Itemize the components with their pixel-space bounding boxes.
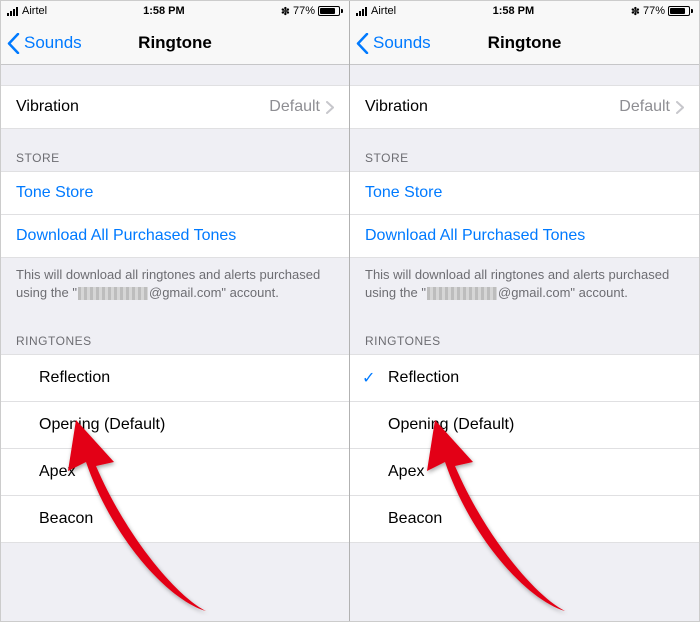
- ringtone-row[interactable]: Opening (Default): [350, 402, 699, 449]
- ringtones-header: RINGTONES: [1, 312, 349, 354]
- ringtone-row[interactable]: Opening (Default): [1, 402, 349, 449]
- ringtone-row[interactable]: Reflection: [1, 354, 349, 402]
- vibration-value: Default: [619, 98, 670, 116]
- ringtone-label: Opening (Default): [39, 416, 165, 434]
- nav-bar: Sounds Ringtone: [350, 21, 699, 65]
- ringtone-row[interactable]: ✓ Reflection: [350, 354, 699, 402]
- download-all-label: Download All Purchased Tones: [365, 227, 585, 245]
- ringtone-label: Beacon: [388, 510, 442, 528]
- battery-icon: [668, 6, 693, 16]
- chevron-right-icon: [326, 101, 334, 114]
- store-footer: This will download all ringtones and ale…: [1, 258, 349, 312]
- ringtone-list: ✓ Reflection Opening (Default) Apex Beacon: [350, 354, 699, 543]
- battery-pct: 77%: [643, 5, 665, 17]
- vibration-label: Vibration: [16, 98, 79, 116]
- redacted-email: [427, 287, 497, 300]
- back-button[interactable]: Sounds: [356, 21, 431, 65]
- ringtone-row[interactable]: Apex: [350, 449, 699, 496]
- vibration-row[interactable]: Vibration Default: [1, 85, 349, 129]
- chevron-left-icon: [356, 33, 369, 54]
- redacted-email: [78, 287, 148, 300]
- vibration-value: Default: [269, 98, 320, 116]
- download-all-label: Download All Purchased Tones: [16, 227, 236, 245]
- store-header: STORE: [350, 129, 699, 171]
- ringtone-row[interactable]: Beacon: [1, 496, 349, 543]
- chevron-left-icon: [7, 33, 20, 54]
- signal-icon: [7, 6, 18, 16]
- battery-pct: 77%: [293, 5, 315, 17]
- back-label: Sounds: [24, 33, 82, 53]
- bluetooth-icon: ✽: [631, 5, 640, 18]
- ringtone-list: Reflection Opening (Default) Apex Beacon: [1, 354, 349, 543]
- store-footer: This will download all ringtones and ale…: [350, 258, 699, 312]
- back-label: Sounds: [373, 33, 431, 53]
- ringtone-label: Beacon: [39, 510, 93, 528]
- tone-store-label: Tone Store: [365, 184, 442, 202]
- ringtone-row[interactable]: Beacon: [350, 496, 699, 543]
- back-button[interactable]: Sounds: [7, 21, 82, 65]
- ringtones-header: RINGTONES: [350, 312, 699, 354]
- vibration-label: Vibration: [365, 98, 428, 116]
- ringtone-row[interactable]: Apex: [1, 449, 349, 496]
- nav-bar: Sounds Ringtone: [1, 21, 349, 65]
- tone-store-label: Tone Store: [16, 184, 93, 202]
- page-title: Ringtone: [488, 33, 562, 53]
- page-title: Ringtone: [138, 33, 212, 53]
- clock: 1:58 PM: [493, 5, 535, 17]
- store-header: STORE: [1, 129, 349, 171]
- status-bar: Airtel 1:58 PM ✽ 77%: [350, 1, 699, 21]
- screenshot-left: Airtel 1:58 PM ✽ 77% Sounds Ringtone Vib…: [1, 1, 350, 621]
- vibration-row[interactable]: Vibration Default: [350, 85, 699, 129]
- signal-icon: [356, 6, 367, 16]
- ringtone-label: Reflection: [388, 369, 459, 387]
- download-all-row[interactable]: Download All Purchased Tones: [350, 215, 699, 258]
- chevron-right-icon: [676, 101, 684, 114]
- tone-store-row[interactable]: Tone Store: [350, 171, 699, 215]
- screenshot-right: Airtel 1:58 PM ✽ 77% Sounds Ringtone Vib…: [350, 1, 699, 621]
- checkmark-icon: ✓: [362, 368, 375, 388]
- bluetooth-icon: ✽: [281, 5, 290, 18]
- tone-store-row[interactable]: Tone Store: [1, 171, 349, 215]
- clock: 1:58 PM: [143, 5, 185, 17]
- ringtone-label: Apex: [39, 463, 75, 481]
- ringtone-label: Opening (Default): [388, 416, 514, 434]
- download-all-row[interactable]: Download All Purchased Tones: [1, 215, 349, 258]
- ringtone-label: Reflection: [39, 369, 110, 387]
- carrier-label: Airtel: [371, 5, 396, 17]
- ringtone-label: Apex: [388, 463, 424, 481]
- battery-icon: [318, 6, 343, 16]
- carrier-label: Airtel: [22, 5, 47, 17]
- status-bar: Airtel 1:58 PM ✽ 77%: [1, 1, 349, 21]
